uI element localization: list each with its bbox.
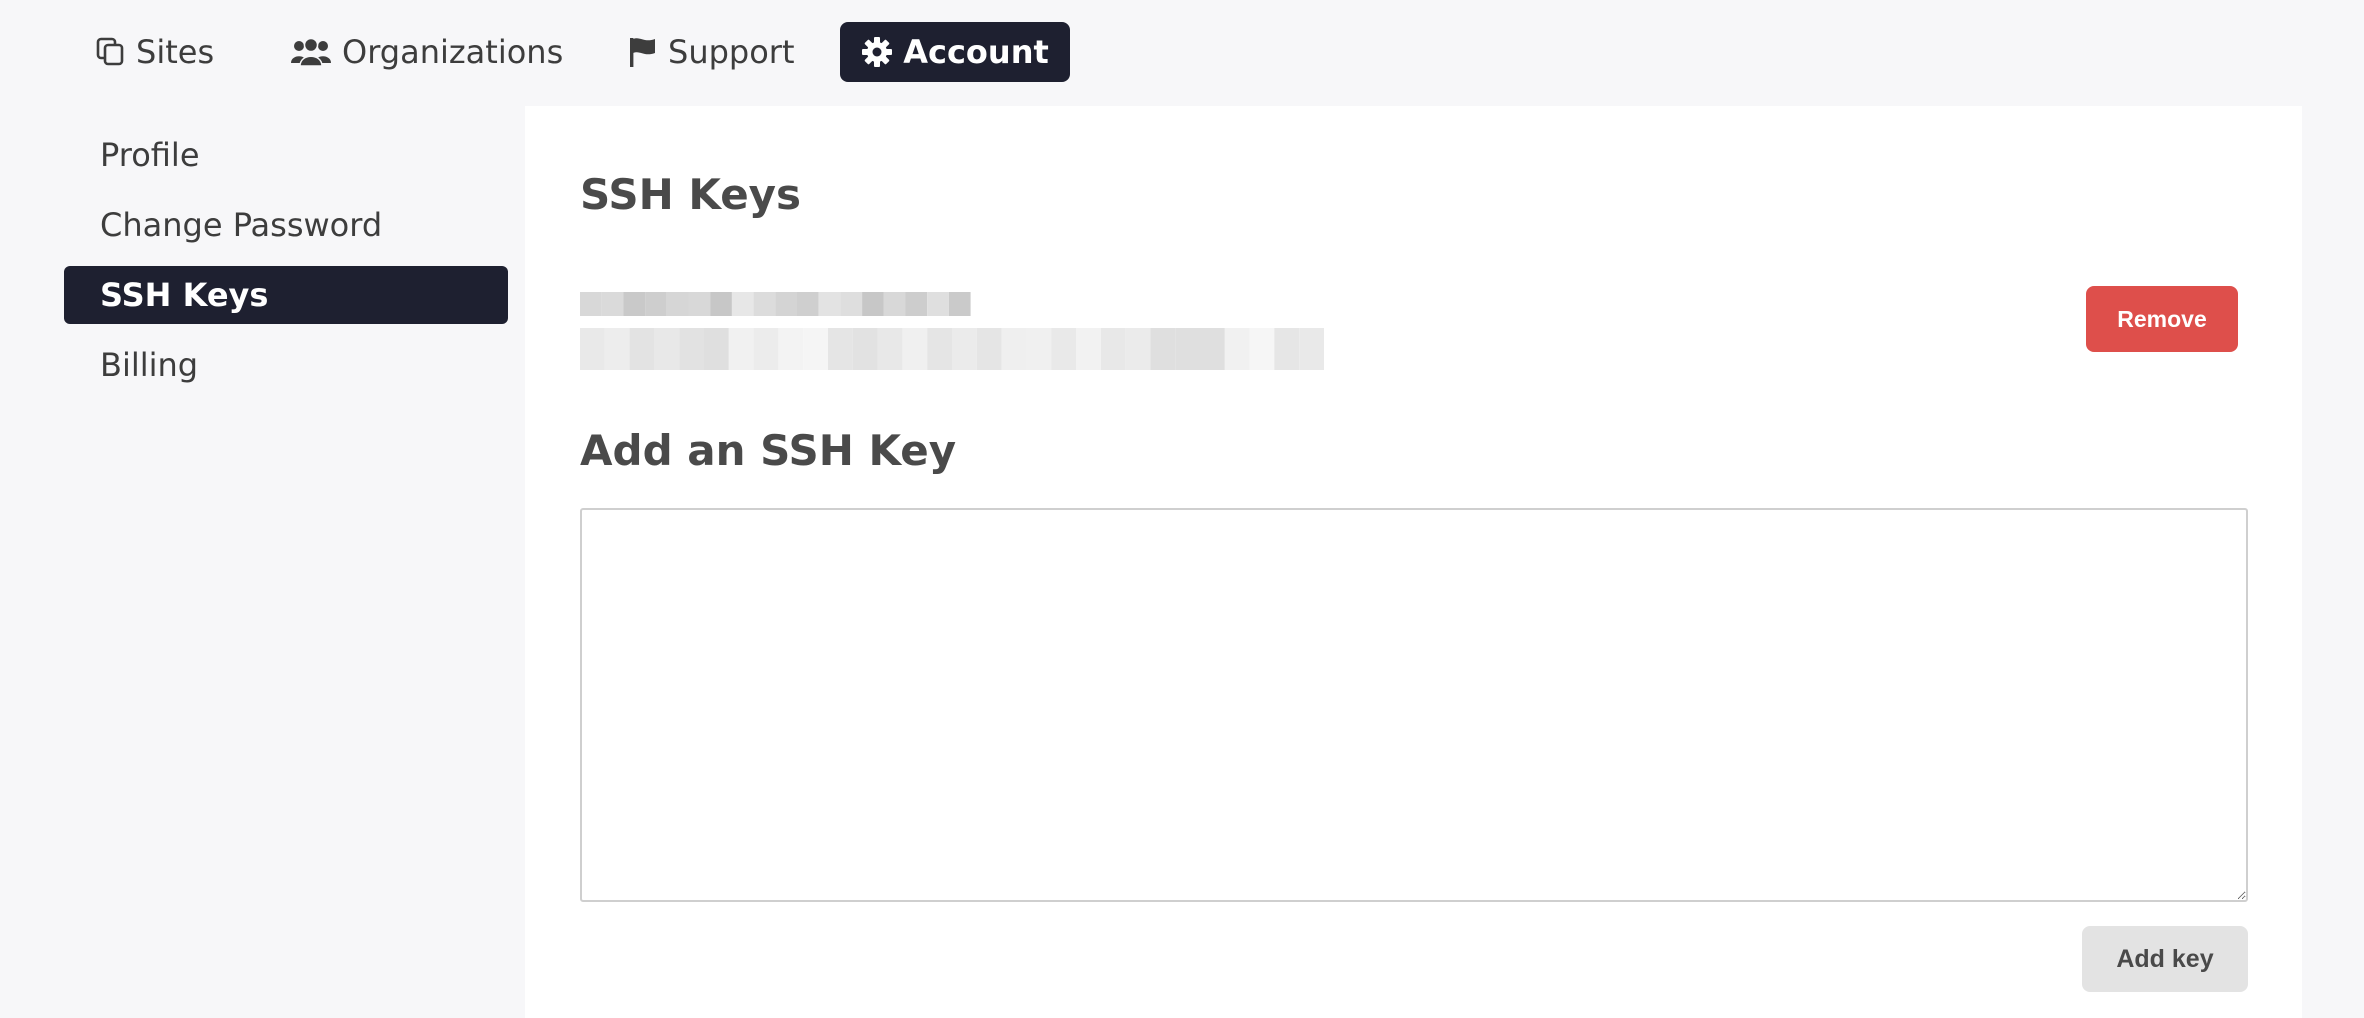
sidebar-item-label: Billing: [100, 346, 199, 384]
sidebar-item-label: Profile: [100, 136, 200, 174]
gear-icon: [861, 36, 893, 68]
add-key-title: Add an SSH Key: [580, 426, 957, 475]
remove-key-button[interactable]: Remove: [2086, 286, 2238, 352]
nav-organizations[interactable]: Organizations: [290, 22, 563, 82]
sidebar-item-label: Change Password: [100, 206, 383, 244]
sidebar-item-billing[interactable]: Billing: [64, 336, 508, 394]
nav-support-label: Support: [668, 33, 795, 71]
ssh-key-row: Remove: [580, 282, 2270, 382]
nav-sites-label: Sites: [136, 33, 215, 71]
copy-icon: [96, 37, 126, 67]
ssh-keys-panel: SSH Keys Remove Add an SSH Key Add key: [525, 106, 2302, 1018]
top-nav: Sites Organizations Support Account: [0, 0, 2364, 105]
sidebar-item-label: SSH Keys: [100, 276, 269, 314]
add-key-button[interactable]: Add key: [2082, 926, 2248, 992]
sidebar-item-profile[interactable]: Profile: [64, 126, 508, 184]
flag-icon: [628, 36, 658, 68]
nav-account[interactable]: Account: [840, 22, 1070, 82]
page-title: SSH Keys: [580, 170, 802, 219]
nav-organizations-label: Organizations: [342, 33, 564, 71]
users-icon: [290, 37, 332, 67]
nav-sites[interactable]: Sites: [96, 22, 214, 82]
nav-account-label: Account: [903, 33, 1049, 71]
nav-support[interactable]: Support: [628, 22, 795, 82]
redacted-key-text: [580, 282, 1330, 382]
ssh-key-input[interactable]: [580, 508, 2248, 902]
sidebar-item-ssh-keys[interactable]: SSH Keys: [64, 266, 508, 324]
account-sidebar: Profile Change Password SSH Keys Billing: [64, 126, 508, 406]
sidebar-item-change-password[interactable]: Change Password: [64, 196, 508, 254]
